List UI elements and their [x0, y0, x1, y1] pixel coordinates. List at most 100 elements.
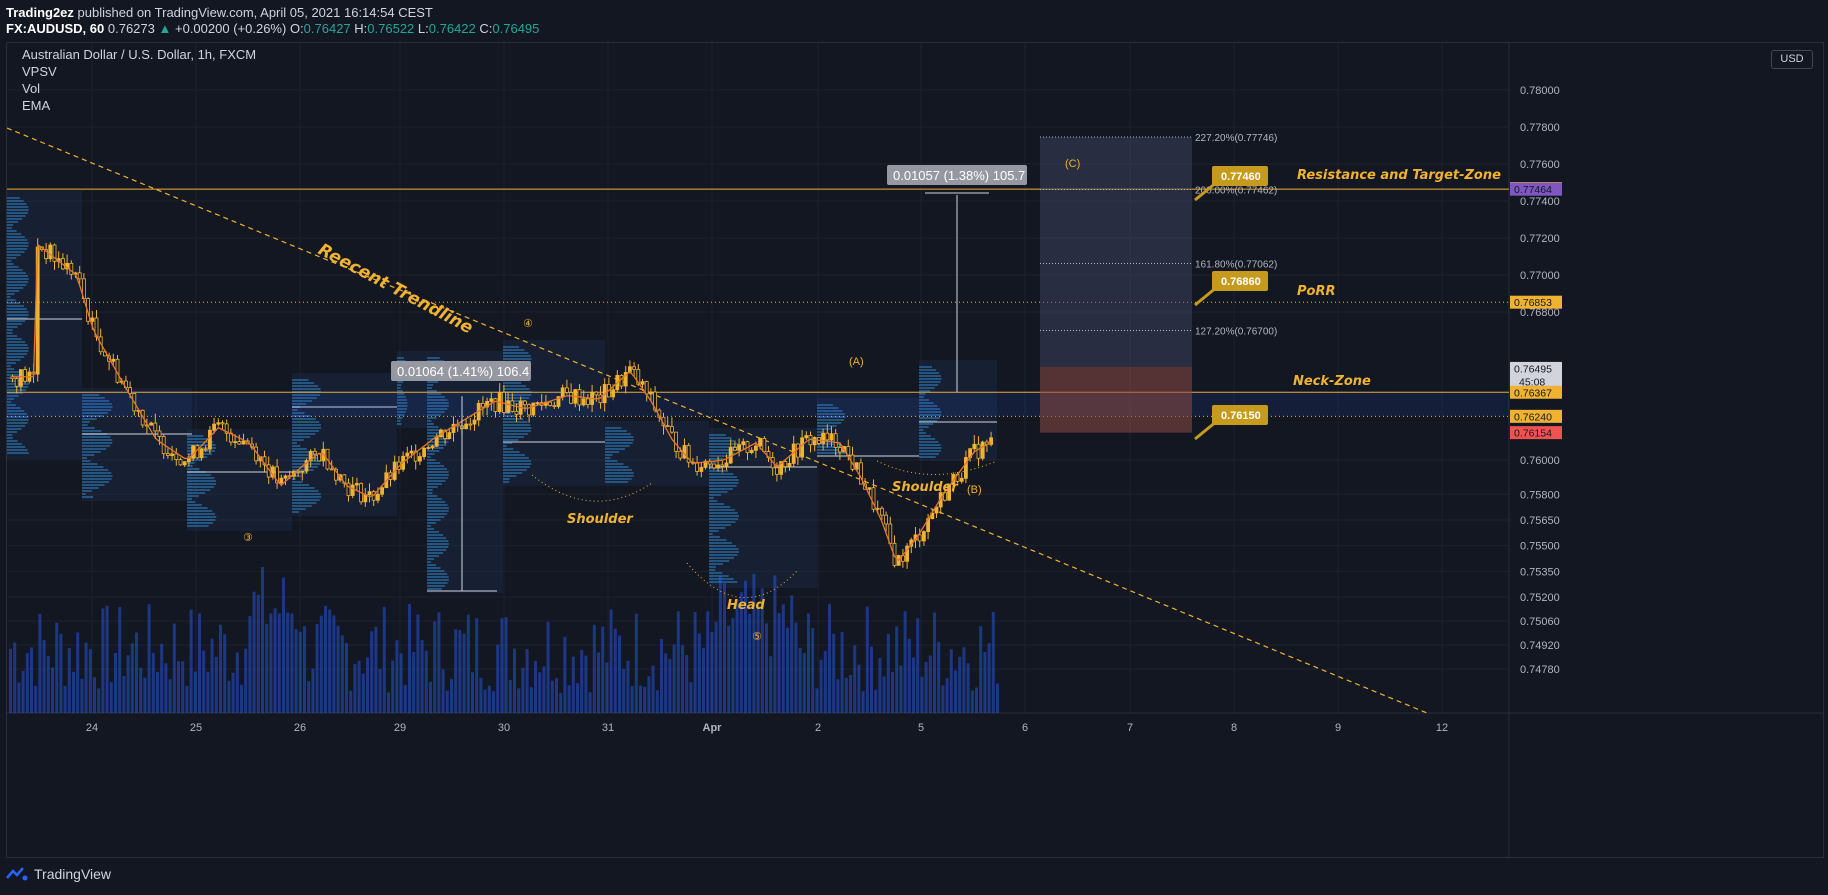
volume-profile-bar — [187, 489, 211, 491]
volume-profile-bar — [503, 382, 522, 384]
volume-bar — [802, 653, 806, 713]
volume-profile-bar — [7, 236, 25, 238]
volume-profile-bar — [427, 552, 444, 554]
volume-profile-bar — [503, 355, 531, 357]
volume-profile-bar — [7, 197, 20, 199]
volume-profile-bar — [7, 269, 23, 271]
volume-profile-bar — [427, 357, 440, 359]
candle-body — [48, 244, 53, 260]
volume-bar — [160, 643, 164, 713]
volume-bar — [731, 618, 735, 713]
footer-brand[interactable]: TradingView — [34, 866, 111, 882]
volume-profile-bar — [503, 430, 531, 432]
y-tick-label: 0.77800 — [1520, 122, 1560, 134]
volume-profile-bar — [187, 504, 202, 506]
volume-bar — [374, 626, 378, 713]
volume-profile-bar — [7, 230, 17, 232]
volume-bar — [72, 671, 75, 713]
volume-bar — [93, 677, 96, 713]
volume-profile-bar — [7, 284, 27, 286]
volume-bar — [991, 611, 995, 713]
y-tick-label: 0.76000 — [1520, 455, 1560, 467]
volume-profile-bar — [427, 570, 445, 572]
volume-profile-bar — [7, 338, 22, 340]
volume-profile-bar — [503, 454, 525, 456]
volume-bar — [441, 669, 445, 713]
candle-body — [23, 369, 28, 382]
volume-profile-bar — [709, 500, 718, 502]
footer: TradingView — [6, 866, 111, 882]
legend-vpsv[interactable]: VPSV — [22, 64, 57, 79]
candle-body — [174, 453, 179, 461]
volume-bar — [458, 630, 462, 713]
volume-bar — [886, 633, 890, 713]
volume-bar — [298, 631, 302, 713]
volume-profile-bar — [427, 510, 449, 512]
volume-bar — [496, 644, 500, 713]
volume-bar — [571, 656, 575, 713]
volume-bar — [273, 608, 277, 713]
candle-body — [758, 438, 762, 447]
volume-bar — [521, 667, 525, 713]
porr-annotation: PoRR — [1297, 284, 1335, 299]
volume-profile-bar — [187, 435, 204, 437]
volume-profile-bar — [919, 441, 939, 443]
volume-profile-bar — [919, 417, 940, 419]
volume-profile-bar — [7, 257, 17, 259]
author-name[interactable]: Trading2ez — [6, 5, 74, 20]
volume-profile-bar — [82, 478, 112, 480]
neck-zone-annotation: Neck-Zone — [1293, 374, 1371, 389]
candle-body — [426, 447, 431, 449]
resistance-annotation: Resistance and Target-Zone — [1297, 168, 1501, 183]
volume-bar — [975, 687, 978, 713]
volume-bar — [416, 614, 420, 713]
volume-profile-bar — [7, 329, 13, 331]
volume-bar — [303, 626, 306, 713]
volume-profile-bar — [709, 533, 713, 535]
legend-symbol[interactable]: Australian Dollar / U.S. Dollar, 1h, FXC… — [22, 47, 256, 62]
legend-vol[interactable]: Vol — [22, 81, 40, 96]
chart-panel[interactable]: 227.20%(0.77746) 200.00%(0.77462) 161.80%(… — [6, 42, 1824, 858]
volume-profile-bar — [187, 495, 199, 497]
volume-bar — [25, 653, 29, 713]
candle-body — [506, 400, 511, 413]
volume-bar — [693, 612, 697, 713]
volume-profile-bar — [427, 387, 432, 389]
candle-body — [480, 402, 485, 408]
candle-body — [716, 464, 720, 469]
candle-body — [724, 462, 729, 467]
price-chart[interactable]: 227.20%(0.77746)200.00%(0.77462)161.80%(… — [7, 43, 1823, 857]
volume-bar — [118, 606, 122, 713]
volume-bar — [500, 618, 504, 713]
volume-profile-bar — [7, 200, 24, 202]
volume-bar — [181, 661, 185, 713]
volume-profile-bar — [292, 388, 321, 390]
volume-profile-bar — [397, 417, 403, 419]
candle-body — [678, 450, 683, 459]
candle-body — [380, 487, 385, 495]
candle-body — [472, 419, 477, 425]
currency-button[interactable]: USD — [1771, 50, 1813, 69]
volume-bar — [483, 689, 487, 713]
volume-profile-bar — [605, 433, 631, 435]
volume-bar — [13, 642, 17, 713]
candle-body — [90, 317, 95, 322]
volume-bar — [349, 690, 353, 713]
volume-bar — [172, 623, 176, 713]
volume-bar — [756, 605, 760, 713]
volume-bar — [769, 656, 773, 713]
volume-profile-bar — [427, 459, 436, 461]
legend-ema[interactable]: EMA — [22, 98, 50, 113]
candle-body — [640, 381, 645, 385]
candle-body — [569, 392, 573, 404]
volume-profile-bar — [427, 384, 434, 386]
candle-body — [14, 378, 19, 387]
candle-body — [586, 398, 590, 405]
candle-body — [329, 468, 334, 471]
volume-profile-bar — [919, 435, 931, 437]
volume-bar — [534, 660, 537, 713]
volume-profile-bar — [292, 439, 304, 441]
candle-body — [880, 507, 884, 516]
candle-body — [77, 272, 82, 280]
x-tick-label: 26 — [294, 722, 306, 734]
